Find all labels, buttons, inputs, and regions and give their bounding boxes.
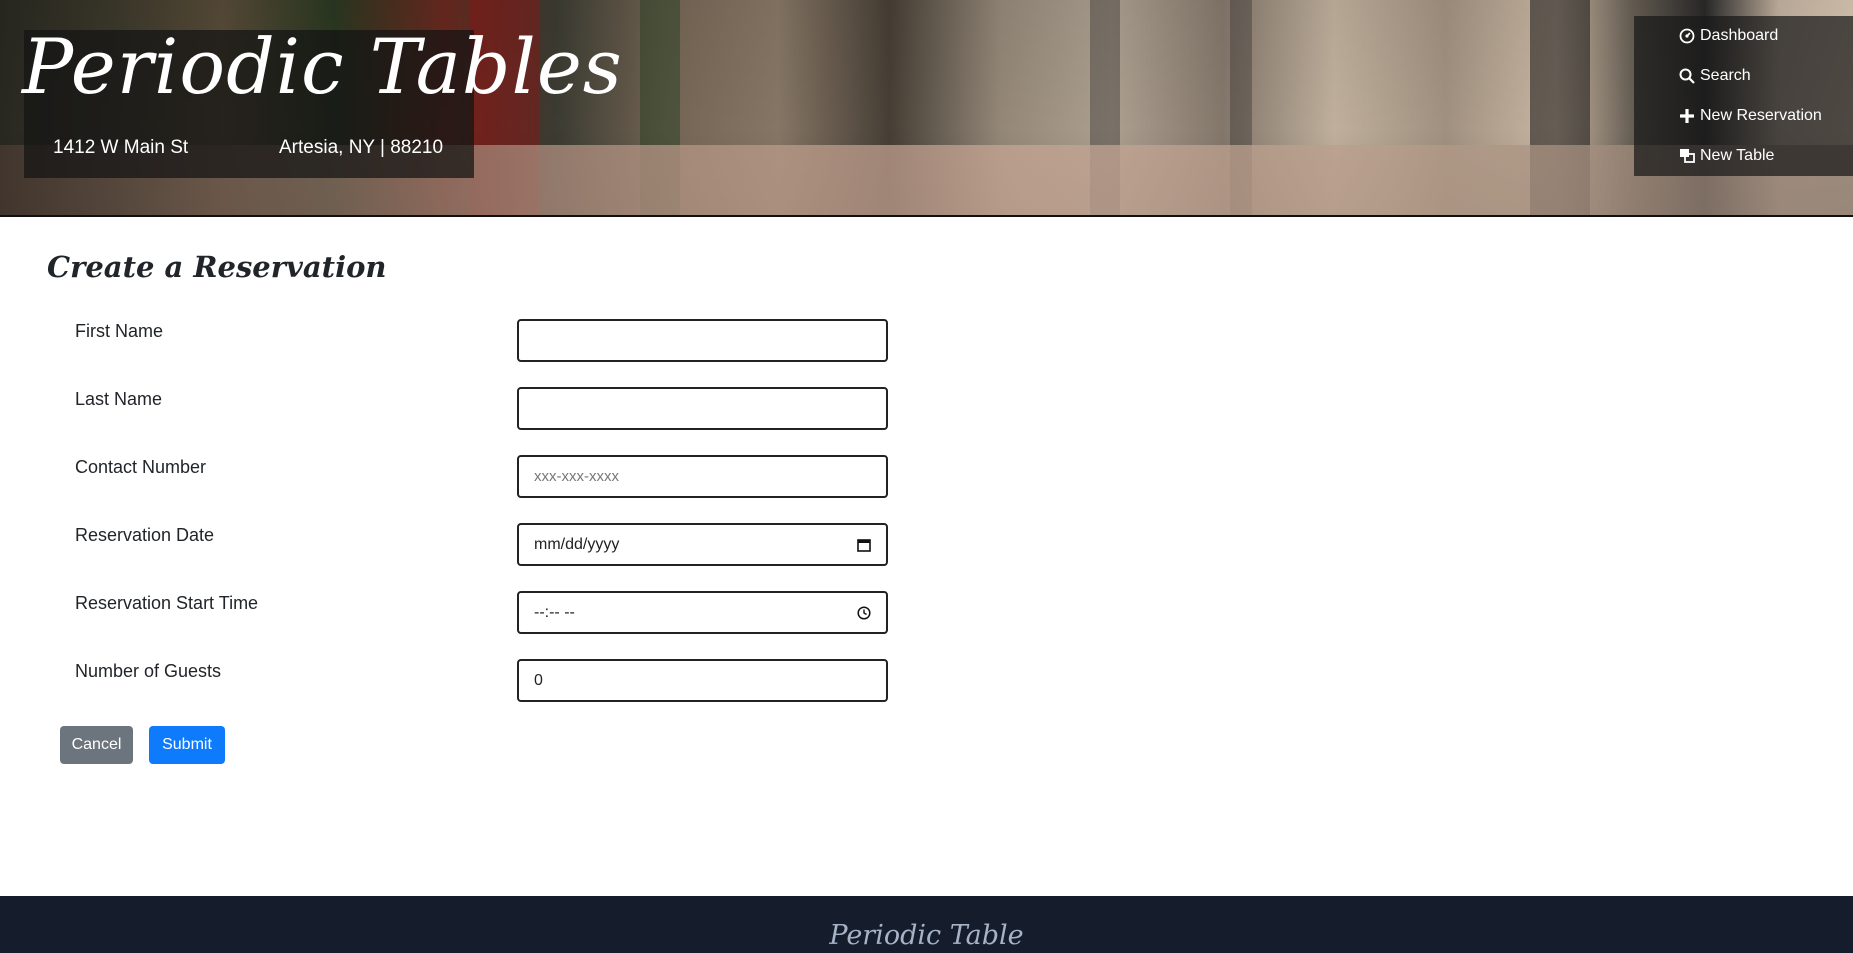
reservation-date-field[interactable]: mm/dd/yyyy — [517, 523, 888, 566]
nav-search[interactable]: Search — [1679, 64, 1751, 88]
last-name-field[interactable] — [517, 387, 888, 430]
address-street: 1412 W Main St — [53, 137, 189, 158]
contact-number-field[interactable]: xxx-xxx-xxxx — [517, 455, 888, 498]
cancel-button[interactable]: Cancel — [60, 726, 133, 764]
nav-dashboard[interactable]: Dashboard — [1679, 24, 1778, 48]
address-city: Artesia, NY | 88210 — [279, 137, 444, 158]
footer-title: Periodic Table — [829, 920, 1024, 951]
reservation-date-value: mm/dd/yyyy — [534, 535, 620, 553]
nav-new-reservation[interactable]: New Reservation — [1679, 104, 1822, 128]
clock-icon[interactable] — [857, 605, 871, 620]
brand-title[interactable]: Periodic Tables — [22, 22, 622, 112]
nav-label: Search — [1700, 67, 1751, 84]
reservation-time-field[interactable]: --:-- -- — [517, 591, 888, 634]
plus-icon — [1679, 108, 1695, 124]
first-name-label: First Name — [75, 321, 164, 341]
contact-number-label: Contact Number — [75, 457, 207, 477]
search-icon — [1679, 68, 1695, 84]
submit-button[interactable]: Submit — [149, 726, 225, 764]
guests-label: Number of Guests — [75, 661, 222, 681]
page-title: Create a Reservation — [47, 250, 387, 284]
reservation-time-value: --:-- -- — [534, 603, 575, 621]
last-name-label: Last Name — [75, 389, 163, 409]
first-name-field[interactable] — [517, 319, 888, 362]
nav-label: New Table — [1700, 147, 1775, 164]
contact-number-placeholder: xxx-xxx-xxxx — [534, 468, 619, 485]
table-icon — [1679, 148, 1695, 164]
calendar-icon[interactable] — [857, 538, 871, 552]
nav-label: Dashboard — [1700, 27, 1779, 44]
nav-label: New Reservation — [1700, 107, 1822, 124]
nav-new-table[interactable]: New Table — [1679, 144, 1774, 168]
footer: Periodic Table — [0, 896, 1853, 953]
guests-value: 0 — [534, 671, 543, 689]
reservation-time-label: Reservation Start Time — [75, 593, 259, 613]
guests-field[interactable]: 0 — [517, 659, 888, 702]
dashboard-icon — [1679, 28, 1695, 44]
reservation-date-label: Reservation Date — [75, 525, 215, 545]
